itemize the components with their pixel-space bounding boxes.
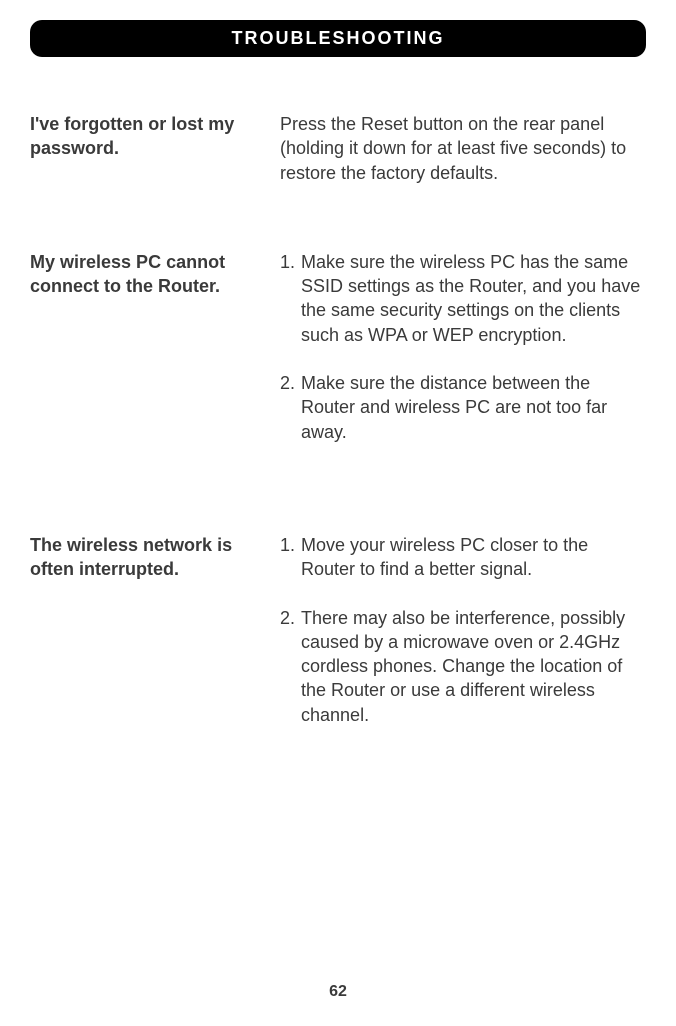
step-text: There may also be interference, possibly… (301, 606, 646, 727)
step-text: Make sure the distance between the Route… (301, 371, 646, 444)
step-item: 1. Move your wireless PC closer to the R… (280, 533, 646, 582)
troubleshoot-row: I've forgotten or lost my password. Pres… (30, 112, 646, 185)
step-text: Move your wireless PC closer to the Rout… (301, 533, 646, 582)
step-number: 1. (280, 250, 295, 347)
troubleshoot-row: The wireless network is often interrupte… (30, 533, 646, 751)
answer-steps: 1. Make sure the wireless PC has the sam… (280, 250, 646, 468)
problem-label: My wireless PC cannot connect to the Rou… (30, 250, 280, 468)
page-header: TROUBLESHOOTING (30, 20, 646, 57)
step-text: Make sure the wireless PC has the same S… (301, 250, 646, 347)
step-number: 1. (280, 533, 295, 582)
step-number: 2. (280, 371, 295, 444)
step-item: 1. Make sure the wireless PC has the sam… (280, 250, 646, 347)
problem-label: I've forgotten or lost my password. (30, 112, 280, 185)
troubleshoot-row: My wireless PC cannot connect to the Rou… (30, 250, 646, 468)
page-number: 62 (0, 983, 676, 1001)
problem-label: The wireless network is often interrupte… (30, 533, 280, 751)
step-item: 2. There may also be interference, possi… (280, 606, 646, 727)
step-number: 2. (280, 606, 295, 727)
answer-text: Press the Reset button on the rear panel… (280, 112, 646, 185)
step-item: 2. Make sure the distance between the Ro… (280, 371, 646, 444)
answer-steps: 1. Move your wireless PC closer to the R… (280, 533, 646, 751)
